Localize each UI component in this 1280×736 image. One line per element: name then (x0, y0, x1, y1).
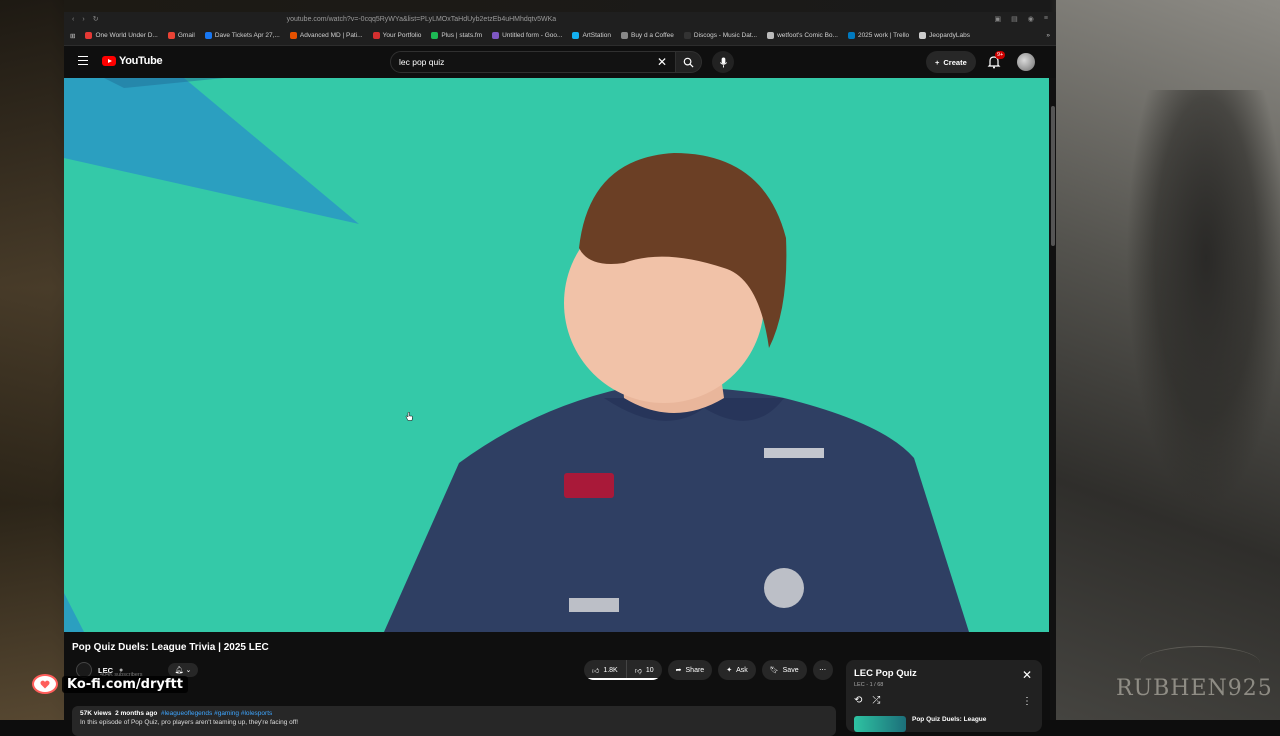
forward-icon[interactable]: › (82, 16, 84, 23)
video-bg-shape (64, 78, 359, 224)
player-jersey (384, 387, 969, 632)
bookmark[interactable]: Gmail (168, 32, 195, 39)
video-title: Pop Quiz Duels: League Trivia | 2025 LEC (72, 642, 269, 653)
bookmark[interactable]: Your Portfolio (373, 32, 422, 39)
account-avatar[interactable] (1017, 53, 1035, 71)
microphone-icon (719, 57, 728, 68)
playlist-item-title: Pop Quiz Duels: League (912, 716, 986, 732)
share-icon: ➦ (676, 666, 682, 674)
bookmark-icon: 🔖︎ (770, 666, 779, 674)
profile-icon[interactable]: ◉ (1028, 15, 1034, 23)
address-bar[interactable]: ‹ › ↻ youtube.com/watch?v=-0cqq5RyWYa&li… (64, 12, 1056, 26)
back-icon[interactable]: ‹ (72, 16, 74, 23)
clear-search-icon[interactable]: ✕ (657, 55, 667, 69)
search-box: ✕ (390, 51, 676, 73)
loop-icon[interactable]: ⟲ (854, 695, 862, 706)
browser-window: ‹ › ↻ youtube.com/watch?v=-0cqq5RyWYa&li… (64, 12, 1056, 720)
voice-search-button[interactable] (712, 51, 734, 73)
ask-button[interactable]: ✦Ask (718, 660, 756, 680)
bookmark[interactable]: One World Under D... (85, 32, 157, 39)
bookmark[interactable]: Discogs - Music Dat... (684, 32, 757, 39)
like-button[interactable]: 👍︎1.8K (584, 660, 627, 680)
scrollbar-thumb[interactable] (1051, 106, 1055, 246)
thumbs-up-icon: 👍︎ (592, 666, 599, 675)
bell-icon: 🔔︎ ⌄ (175, 666, 192, 674)
dislike-button[interactable]: 👎︎10 (627, 660, 662, 680)
video-frame (64, 78, 1049, 632)
sponsor-logo (569, 598, 619, 612)
playlist-title[interactable]: LEC Pop Quiz (854, 668, 1034, 679)
reload-icon[interactable]: ↻ (93, 15, 99, 23)
search-input[interactable] (399, 57, 639, 67)
more-actions-button[interactable]: ⋯ (813, 660, 833, 680)
team-logo (764, 568, 804, 608)
kofi-overlay: Ko-fi.com/dryftt (32, 674, 188, 694)
kofi-link: Ko-fi.com/dryftt (62, 676, 188, 693)
url-text[interactable]: youtube.com/watch?v=-0cqq5RyWYa&list=PLy… (287, 16, 557, 23)
shuffle-icon[interactable]: ⤮ (872, 695, 880, 706)
close-playlist-icon[interactable]: ✕ (1022, 668, 1032, 682)
playlist-controls: ⟲ ⤮ (854, 695, 880, 706)
browser-menu-icon[interactable]: ≡ (1044, 15, 1048, 23)
sparkle-icon: ✦ (726, 666, 732, 674)
like-ratio-bar (584, 678, 662, 680)
crest-decoration (1140, 646, 1260, 680)
playlist-item[interactable]: Pop Quiz Duels: League (854, 716, 986, 732)
sidebar-icon[interactable]: ▤ (1011, 15, 1018, 23)
youtube-play-icon (102, 56, 116, 66)
hashtags[interactable]: #leagueoflegends #gaming #lolesports (161, 710, 272, 717)
streamer-watermark: RUBHEN925 (1116, 676, 1273, 701)
playlist-item-thumbnail (854, 716, 906, 732)
video-player[interactable] (64, 78, 1049, 632)
bookmark[interactable]: Dave Tickets Apr 27,... (205, 32, 280, 39)
playlist-panel: LEC Pop Quiz LEC - 1 / 68 ✕ ⟲ ⤮ ⋮ Pop Qu… (846, 660, 1042, 732)
share-button[interactable]: ➦Share (668, 660, 713, 680)
bookmark[interactable]: JeopardyLabs (919, 32, 970, 39)
bookmark[interactable]: 2025 work | Trello (848, 32, 909, 39)
description-box[interactable]: 57K views 2 months ago #leagueoflegends … (72, 706, 836, 736)
bookmark[interactable]: ArtStation (572, 32, 611, 39)
video-actions: 👍︎1.8K 👎︎10 ➦Share ✦Ask 🔖︎Save ⋯ (584, 660, 833, 680)
bookmark[interactable]: Advanced MD | Pati... (290, 32, 363, 39)
bookmark[interactable]: Untitled form - Goo... (492, 32, 562, 39)
search-button[interactable] (676, 51, 702, 73)
playlist-menu-icon[interactable]: ⋮ (1022, 696, 1032, 707)
like-dislike-group: 👍︎1.8K 👎︎10 (584, 660, 662, 680)
hamburger-menu-icon[interactable] (78, 56, 88, 65)
sponsor-logo (564, 473, 614, 498)
more-icon: ⋯ (819, 666, 826, 674)
create-button[interactable]: + Create (926, 51, 976, 73)
heart-icon (40, 680, 50, 689)
webcam-area (1056, 0, 1280, 720)
youtube-logo[interactable]: YouTube (102, 55, 162, 67)
extension-icon[interactable]: ▣ (995, 15, 1002, 23)
save-button[interactable]: 🔖︎Save (762, 660, 807, 680)
hand-cursor-icon (405, 412, 413, 422)
search-icon (683, 57, 694, 68)
page-scrollbar[interactable] (1050, 78, 1056, 720)
description-text: In this episode of Pop Quiz, pro players… (80, 719, 828, 726)
bookmarks-overflow-button[interactable]: » (1046, 32, 1050, 39)
video-bg-shape (64, 593, 84, 632)
apps-grid-icon[interactable]: ⊞ (70, 32, 75, 40)
notification-count-badge: 9+ (995, 51, 1005, 59)
like-ratio-fill (584, 678, 661, 680)
plus-icon: + (935, 58, 939, 67)
browser-toolbar: ▣ ▤ ◉ ≡ (995, 15, 1048, 23)
stream-left-frame (0, 0, 64, 720)
thumbs-down-icon: 👎︎ (635, 666, 642, 675)
playlist-position: LEC - 1 / 68 (854, 682, 1034, 688)
bookmark[interactable]: Plus | stats.fm (431, 32, 482, 39)
bookmark[interactable]: Buy d a Coffee (621, 32, 674, 39)
bookmarks-bar: ⊞ One World Under D... Gmail Dave Ticket… (64, 26, 1056, 46)
bookmark[interactable]: wetfoot's Comic Bo... (767, 32, 838, 39)
youtube-header: YouTube ✕ + Create 9+ (64, 46, 1056, 78)
sponsor-logo (764, 448, 824, 458)
kofi-cup-icon (32, 674, 58, 694)
video-meta: 57K views 2 months ago #leagueoflegends … (80, 710, 828, 717)
